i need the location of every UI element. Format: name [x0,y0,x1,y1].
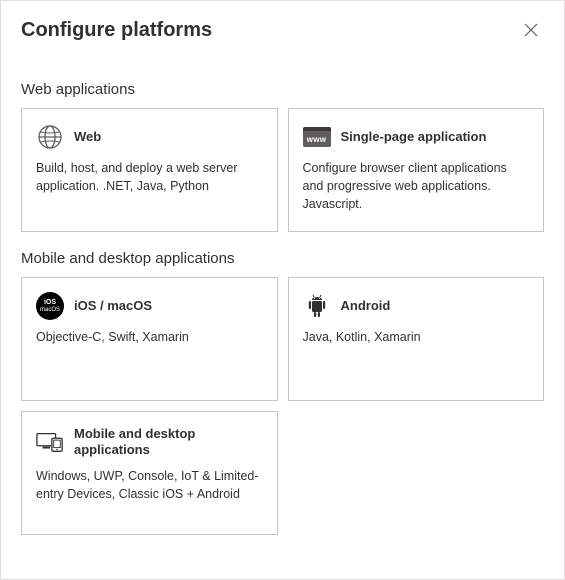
card-description: Build, host, and deploy a web server app… [36,159,263,195]
card-grid: iOS macOS iOS / macOS Objective-C, Swift… [21,277,544,535]
spa-www-icon: www [303,123,331,151]
card-title: Mobile and desktop applications [74,426,263,459]
globe-icon [36,123,64,151]
devices-icon [36,428,64,456]
card-android[interactable]: Android Java, Kotlin, Xamarin [288,277,545,401]
section-web-applications: Web applications Web Build, [21,81,544,232]
card-web[interactable]: Web Build, host, and deploy a web server… [21,108,278,232]
card-description: Configure browser client applications an… [303,159,530,213]
section-mobile-desktop-applications: Mobile and desktop applications iOS macO… [21,250,544,535]
card-title: iOS / macOS [74,298,152,314]
panel-header: Configure platforms [1,1,564,51]
close-button[interactable] [518,17,544,43]
card-grid: Web Build, host, and deploy a web server… [21,108,544,232]
card-description: Objective-C, Swift, Xamarin [36,328,263,346]
close-icon [524,23,538,37]
card-description: Windows, UWP, Console, IoT & Limited-ent… [36,467,263,503]
card-title: Android [341,298,391,314]
android-icon [303,292,331,320]
card-ios-macos[interactable]: iOS macOS iOS / macOS Objective-C, Swift… [21,277,278,401]
card-title: Web [74,129,101,145]
card-title: Single-page application [341,129,487,145]
section-title: Mobile and desktop applications [21,250,544,267]
card-header: www Single-page application [303,123,530,151]
apple-icon: iOS macOS [36,292,64,320]
panel-content: Web applications Web Build, [1,51,564,555]
card-header: iOS macOS iOS / macOS [36,292,263,320]
card-description: Java, Kotlin, Xamarin [303,328,530,346]
card-single-page-application[interactable]: www Single-page application Configure br… [288,108,545,232]
section-title: Web applications [21,81,544,98]
card-header: Android [303,292,530,320]
panel-title: Configure platforms [21,19,212,42]
card-header: Mobile and desktop applications [36,426,263,459]
card-header: Web [36,123,263,151]
card-mobile-desktop-applications[interactable]: Mobile and desktop applications Windows,… [21,411,278,535]
